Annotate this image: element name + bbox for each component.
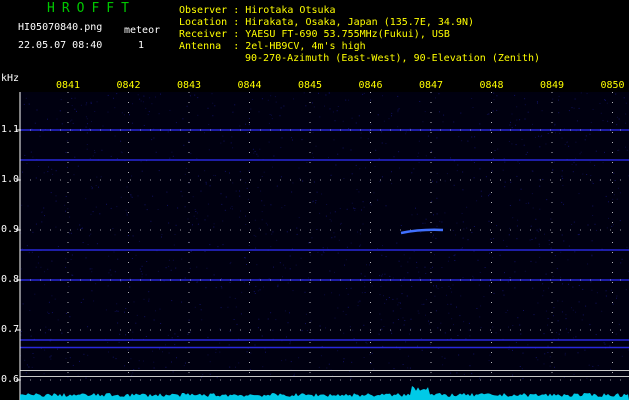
spectrogram-plot	[16, 92, 629, 400]
plot-background	[20, 92, 629, 400]
